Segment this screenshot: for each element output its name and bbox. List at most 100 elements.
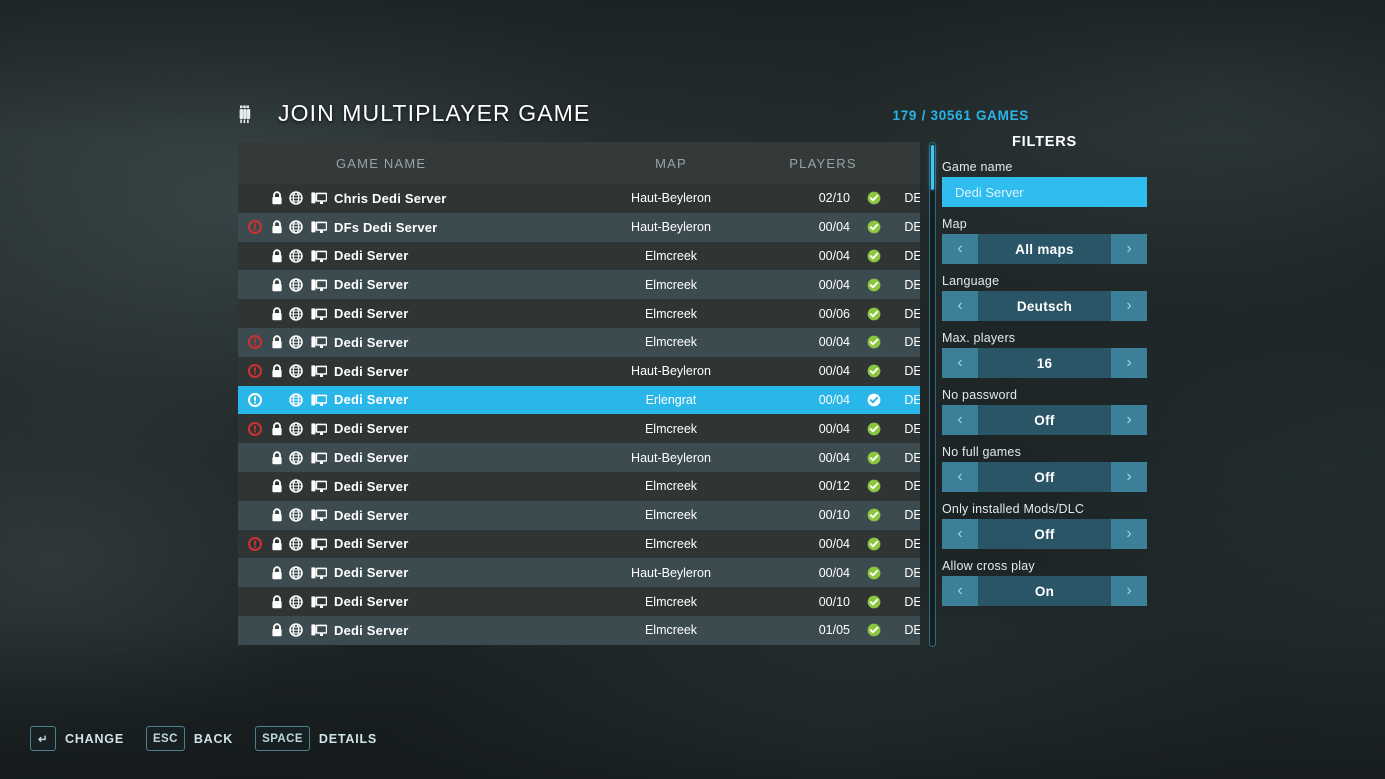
server-name: Dedi Server: [334, 421, 408, 436]
lock-icon: [268, 595, 286, 609]
lock-icon: [268, 335, 286, 349]
list-scrollbar[interactable]: [929, 142, 936, 647]
globe-icon: [286, 566, 306, 580]
map-spinner[interactable]: ‹ All maps ›: [942, 234, 1147, 264]
only-installed-mods-next-arrow-icon[interactable]: ›: [1111, 519, 1147, 549]
table-row[interactable]: Dedi ServerElmcreek01/05DE: [238, 616, 920, 645]
filter-allow-cross-play-label: Allow cross play: [942, 559, 1147, 573]
lock-icon: [268, 508, 286, 522]
server-map: Elmcreek: [606, 278, 736, 292]
max-players-prev-arrow-icon[interactable]: ‹: [942, 348, 978, 378]
server-language: DE: [896, 479, 920, 493]
max-players-spinner[interactable]: ‹ 16 ›: [942, 348, 1147, 378]
only-installed-mods-prev-arrow-icon[interactable]: ‹: [942, 519, 978, 549]
action-hint[interactable]: ESCBACK: [146, 726, 233, 751]
filter-no-password: No password ‹ Off ›: [942, 388, 1147, 435]
monitor-icon: [308, 623, 330, 637]
table-row[interactable]: Dedi ServerErlengrat00/04DE: [238, 386, 920, 415]
scrollbar-thumb[interactable]: [931, 145, 934, 190]
key-badge: ↵: [30, 726, 56, 751]
server-map: Elmcreek: [606, 335, 736, 349]
no-full-games-spinner[interactable]: ‹ Off ›: [942, 462, 1147, 492]
table-row[interactable]: Dedi ServerElmcreek00/04DE: [238, 270, 920, 299]
server-map: Haut-Beyleron: [606, 191, 736, 205]
server-language: DE: [896, 191, 920, 205]
action-hint[interactable]: ↵CHANGE: [30, 726, 124, 751]
allow-cross-play-next-arrow-icon[interactable]: ›: [1111, 576, 1147, 606]
lock-icon: [268, 422, 286, 436]
no-full-games-next-arrow-icon[interactable]: ›: [1111, 462, 1147, 492]
server-name: Dedi Server: [334, 450, 408, 465]
monitor-icon: [308, 393, 330, 407]
monitor-icon: [308, 249, 330, 263]
lock-icon: [268, 537, 286, 551]
server-name: Dedi Server: [334, 277, 408, 292]
server-players: 00/04: [758, 393, 850, 407]
language-value: Deutsch: [978, 291, 1111, 321]
filter-no-full-games-label: No full games: [942, 445, 1147, 459]
server-name: Dedi Server: [334, 623, 408, 638]
server-map: Elmcreek: [606, 307, 736, 321]
table-row[interactable]: Dedi ServerElmcreek00/10DE: [238, 501, 920, 530]
globe-icon: [286, 364, 306, 378]
globe-icon: [286, 335, 306, 349]
server-players: 01/05: [758, 623, 850, 637]
monitor-icon: [308, 364, 330, 378]
version-ok-icon: [864, 595, 884, 609]
server-players: 00/10: [758, 508, 850, 522]
action-hint[interactable]: SPACEDETAILS: [255, 726, 377, 751]
table-row[interactable]: DFs Dedi ServerHaut-Beyleron00/04DE: [238, 213, 920, 242]
globe-icon: [286, 393, 306, 407]
only-installed-mods-spinner[interactable]: ‹ Off ›: [942, 519, 1147, 549]
no-password-value: Off: [978, 405, 1111, 435]
allow-cross-play-spinner[interactable]: ‹ On ›: [942, 576, 1147, 606]
monitor-icon: [308, 508, 330, 522]
version-ok-icon: [864, 307, 884, 321]
server-name: Chris Dedi Server: [334, 191, 447, 206]
lock-icon: [268, 566, 286, 580]
table-row[interactable]: Dedi ServerHaut-Beyleron00/04DE: [238, 558, 920, 587]
games-count: 179 / 30561 GAMES: [893, 108, 1029, 123]
monitor-icon: [308, 479, 330, 493]
no-password-spinner[interactable]: ‹ Off ›: [942, 405, 1147, 435]
table-row[interactable]: Dedi ServerElmcreek00/12DE: [238, 472, 920, 501]
version-ok-icon: [864, 393, 884, 407]
table-row[interactable]: Dedi ServerElmcreek00/04DE: [238, 530, 920, 559]
globe-icon: [286, 191, 306, 205]
globe-icon: [286, 307, 306, 321]
server-name: Dedi Server: [334, 508, 408, 523]
filter-max-players: Max. players ‹ 16 ›: [942, 331, 1147, 378]
table-row[interactable]: Dedi ServerElmcreek00/10DE: [238, 587, 920, 616]
table-row[interactable]: Dedi ServerHaut-Beyleron00/04DE: [238, 357, 920, 386]
language-spinner[interactable]: ‹ Deutsch ›: [942, 291, 1147, 321]
table-row[interactable]: Chris Dedi ServerHaut-Beyleron02/10DE: [238, 184, 920, 213]
warning-icon: [244, 220, 266, 234]
globe-icon: [286, 537, 306, 551]
map-prev-arrow-icon[interactable]: ‹: [942, 234, 978, 264]
server-name: DFs Dedi Server: [334, 220, 437, 235]
server-list[interactable]: GAME NAME MAP PLAYERS Chris Dedi ServerH…: [238, 142, 920, 647]
table-row[interactable]: Dedi ServerElmcreek00/04DE: [238, 328, 920, 357]
warning-icon: [244, 537, 266, 551]
no-password-next-arrow-icon[interactable]: ›: [1111, 405, 1147, 435]
language-next-arrow-icon[interactable]: ›: [1111, 291, 1147, 321]
no-full-games-prev-arrow-icon[interactable]: ‹: [942, 462, 978, 492]
game-name-input[interactable]: Dedi Server: [942, 177, 1147, 207]
language-prev-arrow-icon[interactable]: ‹: [942, 291, 978, 321]
table-row[interactable]: Dedi ServerElmcreek00/04DE: [238, 414, 920, 443]
page-title: JOIN MULTIPLAYER GAME: [278, 100, 590, 127]
server-map: Elmcreek: [606, 249, 736, 263]
server-language: DE: [896, 220, 920, 234]
server-language: DE: [896, 335, 920, 349]
map-next-arrow-icon[interactable]: ›: [1111, 234, 1147, 264]
monitor-icon: [308, 422, 330, 436]
max-players-next-arrow-icon[interactable]: ›: [1111, 348, 1147, 378]
table-row[interactable]: Dedi ServerElmcreek00/06DE: [238, 299, 920, 328]
table-row[interactable]: Dedi ServerElmcreek00/04DE: [238, 242, 920, 271]
no-password-prev-arrow-icon[interactable]: ‹: [942, 405, 978, 435]
filter-no-full-games: No full games ‹ Off ›: [942, 445, 1147, 492]
table-row[interactable]: Dedi ServerHaut-Beyleron00/04DE: [238, 443, 920, 472]
allow-cross-play-prev-arrow-icon[interactable]: ‹: [942, 576, 978, 606]
server-map: Haut-Beyleron: [606, 451, 736, 465]
page-header: JOIN MULTIPLAYER GAME: [238, 100, 590, 127]
